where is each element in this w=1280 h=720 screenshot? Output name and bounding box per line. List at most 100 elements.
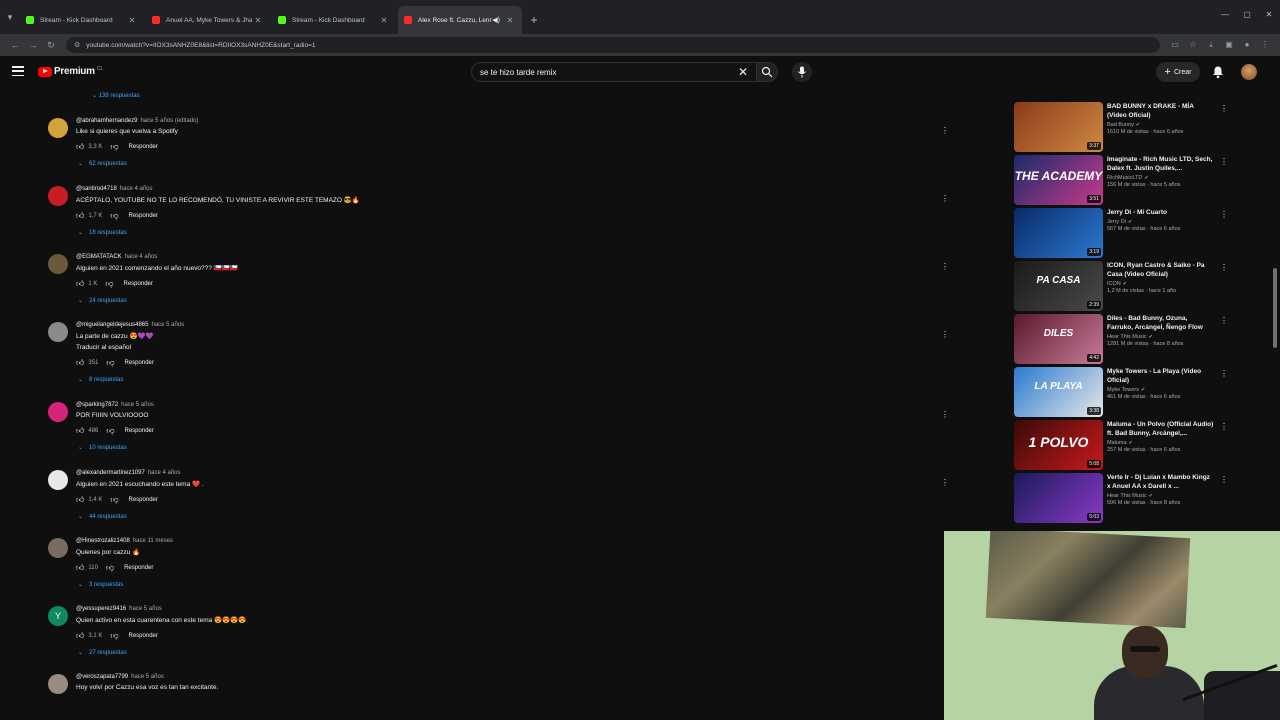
video-thumbnail[interactable]: DILES 4:42 [1014, 314, 1103, 364]
reply-button[interactable]: Responder [129, 144, 158, 150]
video-title[interactable]: Maluma - Un Polvo (Official Audio) ft. B… [1107, 420, 1215, 438]
like-icon[interactable]: 👍︎ [76, 426, 84, 436]
voice-search-button[interactable] [792, 62, 812, 82]
video-thumbnail[interactable]: 5:03 [1014, 473, 1103, 523]
recommended-video[interactable]: THE ACADEMY 3:51 Imaginate - Rich Music LT… [1014, 155, 1228, 205]
video-more-icon[interactable]: ⋮ [1220, 369, 1228, 378]
like-icon[interactable]: 👍︎ [76, 211, 84, 221]
site-info-icon[interactable]: ⚙ [74, 41, 80, 49]
address-bar[interactable]: ⚙ youtube.com/watch?v=IIOX3sANHZ0E8&list… [66, 37, 1160, 53]
channel-name[interactable]: RichMusicLTD [1107, 175, 1142, 181]
close-tab-icon[interactable]: ✕ [126, 16, 138, 25]
dislike-icon[interactable]: 👎︎ [110, 631, 118, 641]
reply-button[interactable]: Responder [125, 360, 154, 366]
cast-icon[interactable]: ▭ [1166, 40, 1184, 50]
comment-time[interactable]: hace 5 años (editado) [140, 118, 198, 124]
video-more-icon[interactable]: ⋮ [1220, 104, 1228, 113]
reply-button[interactable]: Responder [124, 281, 153, 287]
close-tab-icon[interactable]: ✕ [378, 16, 390, 25]
account-avatar[interactable] [1241, 64, 1257, 80]
new-tab-plus-icon[interactable]: + [524, 6, 544, 34]
comment-author[interactable]: @miguelangeldejesus4865 [76, 322, 148, 328]
dislike-icon[interactable]: 👎︎ [110, 142, 118, 152]
replies-toggle[interactable]: ⌄ 62 respuestas [78, 160, 199, 167]
channel-name[interactable]: Bad Bunny [1107, 122, 1134, 128]
comment-author[interactable]: @yessuperez9416 [76, 606, 126, 612]
comment-author[interactable]: @abrahamhernandez9 [76, 118, 137, 124]
video-title[interactable]: BAD BUNNY x DRAKE - MÍA (Video Oficial) [1107, 102, 1215, 120]
video-thumbnail[interactable]: 3:19 [1014, 208, 1103, 258]
channel-name[interactable]: Hear This Music [1107, 493, 1147, 499]
like-icon[interactable]: 👍︎ [76, 563, 84, 573]
comment-avatar[interactable] [48, 254, 68, 274]
dislike-icon[interactable]: 👎︎ [105, 279, 113, 289]
video-title[interactable]: Diles - Bad Bunny, Ozuna, Farruko, Arcán… [1107, 314, 1215, 332]
browser-tab-3[interactable]: Alex Rose ft. Cazzu, Lenny T... ◀) ✕ [398, 6, 522, 34]
translate-link[interactable]: Traducir al español [76, 344, 184, 351]
hamburger-menu-icon[interactable] [12, 66, 24, 76]
replies-toggle[interactable]: ⌄ 18 respuestas [78, 229, 360, 236]
video-thumbnail[interactable]: THE ACADEMY 3:51 [1014, 155, 1103, 205]
close-tab-icon[interactable]: ✕ [252, 16, 264, 25]
replies-toggle[interactable]: ⌄ 138 respuestas [92, 92, 140, 99]
extensions-icon[interactable]: ▣ [1220, 40, 1238, 50]
reply-button[interactable]: Responder [129, 633, 158, 639]
clear-search-icon[interactable]: ✕ [738, 65, 748, 79]
back-arrow-icon[interactable]: ← [6, 40, 24, 50]
comment-author[interactable]: @sparking7872 [76, 402, 118, 408]
replies-toggle[interactable]: ⌄ 44 respuestas [78, 513, 204, 520]
youtube-logo[interactable]: Premium CL [38, 66, 103, 77]
reply-button[interactable]: Responder [124, 565, 153, 571]
comment-author[interactable]: @alexandermartinez1097 [76, 470, 145, 476]
comment-time[interactable]: hace 4 años [125, 254, 158, 260]
video-title[interactable]: Imaginate - Rich Music LTD, Sech, Dalex … [1107, 155, 1215, 173]
like-icon[interactable]: 👍︎ [76, 495, 84, 505]
search-button[interactable] [756, 62, 778, 82]
browser-tab-0[interactable]: Stream - Kick Dashboard ✕ [20, 6, 144, 34]
video-more-icon[interactable]: ⋮ [1220, 475, 1228, 484]
recommended-video[interactable]: 3:19 Jerry Di - Mi Cuarto Jerry Di ✔ 567 M d… [1014, 208, 1228, 258]
replies-toggle[interactable]: ⌄ 3 respuestas [78, 581, 173, 588]
reload-icon[interactable]: ↻ [42, 40, 60, 51]
video-more-icon[interactable]: ⋮ [1220, 210, 1228, 219]
video-more-icon[interactable]: ⋮ [1220, 316, 1228, 325]
channel-name[interactable]: Hear This Music [1107, 334, 1147, 340]
comment-more-icon[interactable]: ⋮ [941, 330, 949, 339]
video-thumbnail[interactable]: 1 POLVO 5:08 [1014, 420, 1103, 470]
dislike-icon[interactable]: 👎︎ [106, 358, 114, 368]
video-more-icon[interactable]: ⋮ [1220, 263, 1228, 272]
like-icon[interactable]: 👍︎ [76, 631, 84, 641]
comment-more-icon[interactable]: ⋮ [941, 262, 949, 271]
comment-avatar[interactable] [48, 322, 68, 342]
comment-time[interactable]: hace 4 años [120, 186, 153, 192]
comment-author[interactable]: @EGMATATACK [76, 254, 122, 260]
bookmark-star-icon[interactable]: ☆ [1184, 40, 1202, 50]
close-tab-icon[interactable]: ✕ [504, 16, 516, 25]
comment-avatar[interactable] [48, 186, 68, 206]
recommended-video[interactable]: 1 POLVO 5:08 Maluma - Un Polvo (Official A… [1014, 420, 1228, 470]
comment-author[interactable]: @Hinestrozaliz1408 [76, 538, 130, 544]
replies-toggle[interactable]: ⌄ 24 respuestas [78, 297, 238, 304]
comment-time[interactable]: hace 5 años [129, 606, 162, 612]
reply-button[interactable]: Responder [125, 428, 154, 434]
recommended-video[interactable]: 5:03 Verte Ir - Dj Luian x Mambo Kingz x … [1014, 473, 1228, 523]
video-title[interactable]: Jerry Di - Mi Cuarto [1107, 208, 1215, 217]
dislike-icon[interactable]: 👎︎ [110, 211, 118, 221]
comment-time[interactable]: hace 5 años [151, 322, 184, 328]
search-input[interactable]: se te hizo tarde remix ✕ [471, 62, 757, 82]
video-title[interactable]: Myke Towers - La Playa (Video Oficial) [1107, 367, 1215, 385]
comment-avatar[interactable] [48, 470, 68, 490]
scrollbar-thumb[interactable] [1273, 268, 1277, 348]
close-window-icon[interactable]: ✕ [1258, 0, 1280, 28]
channel-name[interactable]: Jerry Di [1107, 219, 1126, 225]
comment-time[interactable]: hace 4 años [148, 470, 181, 476]
video-thumbnail[interactable]: 3:37 [1014, 102, 1103, 152]
recommended-video[interactable]: DILES 4:42 Diles - Bad Bunny, Ozuna, Farru… [1014, 314, 1228, 364]
comment-avatar[interactable] [48, 402, 68, 422]
speaker-icon[interactable]: ◀) [492, 16, 500, 24]
comment-avatar[interactable] [48, 538, 68, 558]
dislike-icon[interactable]: 👎︎ [110, 495, 118, 505]
replies-toggle[interactable]: ⌄ 8 respuestas [78, 376, 184, 383]
comment-avatar[interactable] [48, 674, 68, 694]
comment-avatar[interactable]: Y [48, 606, 68, 626]
